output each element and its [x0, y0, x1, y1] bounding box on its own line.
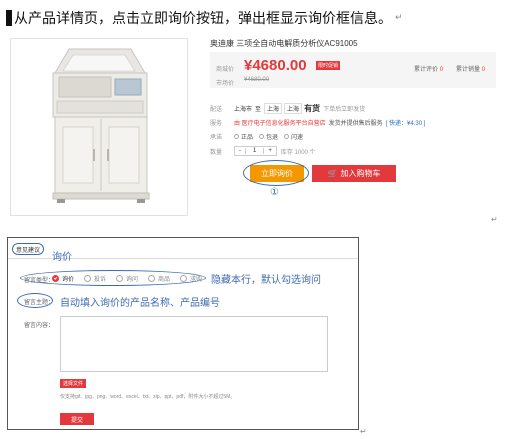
sales-label: 累计销量	[456, 67, 481, 73]
annotation-number: ①	[270, 187, 279, 198]
message-content-textarea[interactable]	[60, 316, 328, 372]
file-type-hint: 仅支持gif、jpg、png、word、excel、txt、zip、ppt、pd…	[60, 394, 236, 400]
review-label: 累计评价	[414, 67, 439, 73]
paragraph-mark: ↵	[395, 13, 403, 23]
market-price-label: 市场价	[216, 81, 235, 87]
black-bar-marker	[6, 10, 12, 26]
subject-annotation: 自动填入询价的产品名称、产品编号	[60, 298, 220, 309]
tab-annotation: 询价	[52, 252, 72, 263]
service-label: 服务	[210, 120, 223, 127]
promo-badge: 限时促销	[316, 61, 341, 70]
check-circle-icon	[259, 133, 265, 139]
guarantee-label: 承诺	[210, 134, 223, 141]
product-info: 奥迪康 三项全自动电解质分析仪AC91005 商城价 ¥4680.00 限时促销…	[210, 36, 496, 224]
paragraph-mark: ↵	[360, 427, 367, 436]
annotation-ellipse	[243, 160, 309, 186]
review-count: 0	[439, 67, 444, 73]
content-label: 留言内容：	[24, 323, 55, 329]
inquiry-form-panel: 意见建议 询价 留言类型： 询价 投诉 询问 商品 求购 隐藏本行，默认勾选询问…	[7, 237, 359, 430]
intro-line: 从产品详情页，点击立即询价按钮，弹出框显示询价框信息。 ↵	[6, 8, 403, 28]
shipping-row: 配送 上海市 至 上海 上海 有货 下单后立即发货	[210, 102, 365, 114]
service-text: 发货并提供售后服务	[328, 120, 383, 127]
type-annotation: 隐藏本行，默认勾选询问	[211, 275, 321, 286]
market-price-value: ¥4680.00	[244, 77, 270, 83]
guarantee-option: 正品	[234, 132, 253, 141]
service-fee: [ 快递：¥4.30 ]	[385, 120, 426, 127]
service-row: 服务 由 医疗电子信息化服务平台自营店 发货并提供售后服务 [ 快递：¥4.30…	[210, 116, 425, 128]
add-to-cart-label: 加入购物车	[340, 169, 381, 178]
quantity-stepper[interactable]: - 1 +	[234, 146, 277, 156]
qty-plus-button[interactable]: +	[264, 148, 276, 154]
add-to-cart-button[interactable]: 🛒 加入购物车	[312, 165, 396, 182]
tab-feedback[interactable]: 意见建议	[12, 243, 45, 255]
quantity-row: 数量 - 1 + 库存 1000 个	[210, 145, 316, 157]
price-label: 商城价	[216, 67, 235, 73]
annotation-ellipse	[20, 270, 206, 286]
qty-input[interactable]: 1	[245, 148, 265, 154]
ship-from: 上海市	[234, 106, 253, 113]
analyzer-machine-illustration	[11, 39, 187, 215]
service-provider-link[interactable]: 由 医疗电子信息化服务平台自营店	[234, 118, 326, 127]
sales-count: 0	[481, 67, 486, 73]
stock-count: 库存 1000 个	[280, 149, 316, 156]
product-image[interactable]	[10, 38, 188, 216]
guarantee-option: 包退	[259, 132, 278, 141]
submit-button[interactable]: 提交	[60, 413, 94, 425]
city-select[interactable]: 上海	[284, 102, 303, 114]
qty-minus-button[interactable]: -	[235, 148, 245, 154]
guarantee-row: 承诺 正品 包退 闪速	[210, 130, 309, 142]
review-stat: 累计评价 0	[414, 64, 443, 73]
province-select[interactable]: 上海	[264, 102, 283, 114]
cart-icon: 🛒	[327, 169, 338, 178]
quantity-label: 数量	[210, 149, 223, 156]
stock-status: 有货	[304, 103, 321, 113]
product-detail-section: 奥迪康 三项全自动电解质分析仪AC91005 商城价 ¥4680.00 限时促销…	[8, 36, 498, 226]
price-box: 商城价 ¥4680.00 限时促销 市场价 ¥4680.00 累计评价 0 累计…	[210, 52, 496, 88]
paragraph-mark: ↵	[491, 215, 498, 224]
guarantee-option: 闪速	[284, 132, 303, 141]
order-hint: 下单后立即发货	[323, 106, 366, 113]
sales-stat: 累计销量 0	[456, 64, 485, 73]
product-title: 奥迪康 三项全自动电解质分析仪AC91005	[210, 39, 358, 48]
annotation-ellipse	[17, 293, 53, 308]
check-circle-icon	[234, 133, 239, 139]
choose-file-button[interactable]: 选择文件	[60, 379, 86, 388]
shipping-label: 配送	[210, 106, 223, 113]
price-value: ¥4680.00	[244, 57, 307, 74]
check-circle-icon	[284, 133, 290, 139]
ship-to-word: 至	[255, 106, 262, 113]
intro-text: 从产品详情页，点击立即询价按钮，弹出框显示询价框信息。	[14, 11, 392, 27]
